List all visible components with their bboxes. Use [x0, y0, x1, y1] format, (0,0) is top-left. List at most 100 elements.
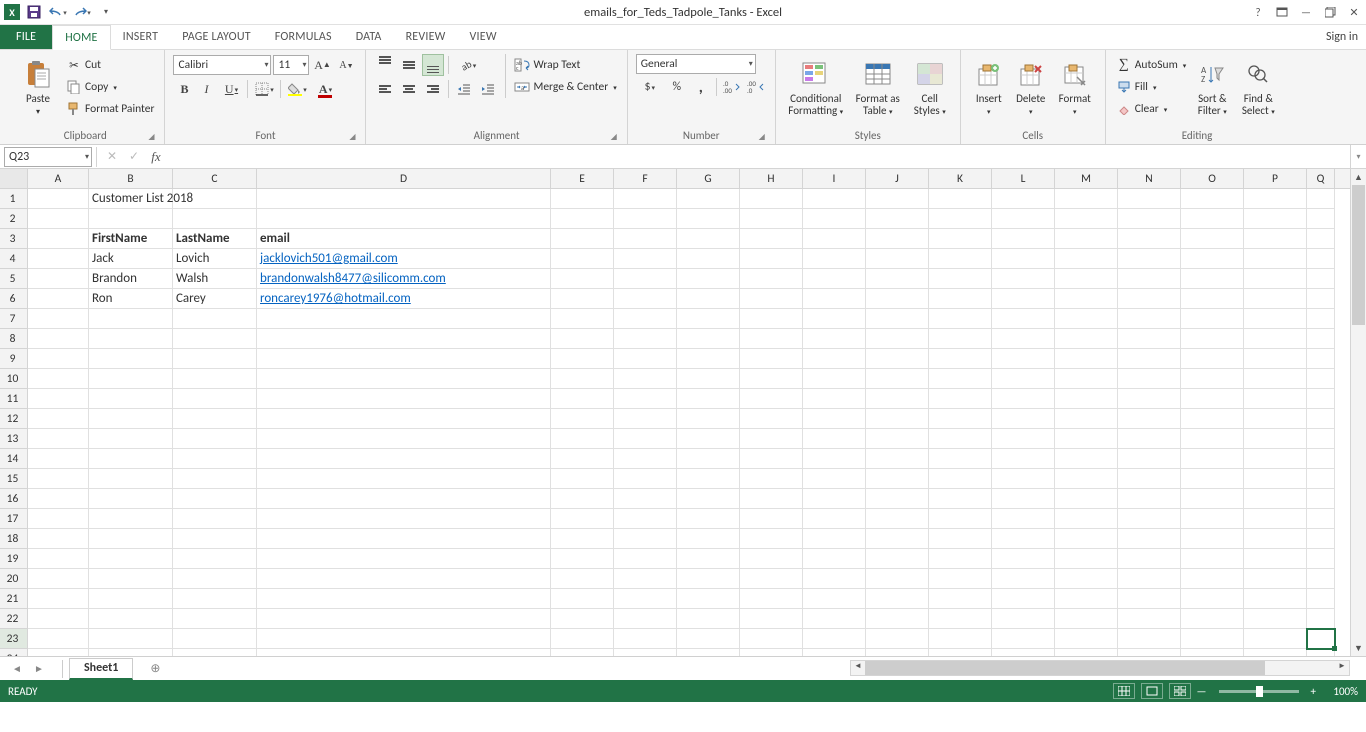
cell-H1[interactable] [740, 189, 803, 209]
cell-M12[interactable] [1055, 409, 1118, 429]
cell-M14[interactable] [1055, 449, 1118, 469]
cell-G15[interactable] [677, 469, 740, 489]
alignment-dialog-launcher[interactable]: ◢ [609, 132, 619, 142]
cell-E23[interactable] [551, 629, 614, 649]
cell-Q20[interactable] [1307, 569, 1335, 589]
cell-P22[interactable] [1244, 609, 1307, 629]
cell-I10[interactable] [803, 369, 866, 389]
align-right-button[interactable] [422, 78, 444, 100]
tab-review[interactable]: REVIEW [394, 25, 458, 49]
cell-A7[interactable] [28, 309, 89, 329]
tab-home[interactable]: HOME [52, 25, 110, 50]
cell-M7[interactable] [1055, 309, 1118, 329]
cell-K12[interactable] [929, 409, 992, 429]
cell-G13[interactable] [677, 429, 740, 449]
cell-I20[interactable] [803, 569, 866, 589]
cell-J6[interactable] [866, 289, 929, 309]
tab-formulas[interactable]: FORMULAS [263, 25, 344, 49]
cell-E1[interactable] [551, 189, 614, 209]
cell-I6[interactable] [803, 289, 866, 309]
cell-O11[interactable] [1181, 389, 1244, 409]
cell-F1[interactable] [614, 189, 677, 209]
cell-O24[interactable] [1181, 649, 1244, 656]
cell-O22[interactable] [1181, 609, 1244, 629]
cell-link-D6[interactable]: roncarey1976@hotmail.com [260, 291, 411, 306]
cell-J1[interactable] [866, 189, 929, 209]
cell-N15[interactable] [1118, 469, 1181, 489]
cell-L18[interactable] [992, 529, 1055, 549]
cell-H11[interactable] [740, 389, 803, 409]
merge-center-button[interactable]: aMerge & Center▾ [512, 76, 618, 98]
column-header-D[interactable]: D [257, 169, 551, 188]
cell-Q23[interactable] [1307, 629, 1335, 649]
cell-P23[interactable] [1244, 629, 1307, 649]
cell-E20[interactable] [551, 569, 614, 589]
cell-H23[interactable] [740, 629, 803, 649]
cell-G20[interactable] [677, 569, 740, 589]
cell-N19[interactable] [1118, 549, 1181, 569]
cell-N3[interactable] [1118, 229, 1181, 249]
cell-A1[interactable] [28, 189, 89, 209]
cell-H20[interactable] [740, 569, 803, 589]
cell-L4[interactable] [992, 249, 1055, 269]
cell-P6[interactable] [1244, 289, 1307, 309]
new-sheet-button[interactable]: ⊕ [143, 661, 167, 676]
cell-E22[interactable] [551, 609, 614, 629]
column-header-I[interactable]: I [803, 169, 866, 188]
cell-N4[interactable] [1118, 249, 1181, 269]
italic-button[interactable]: I [195, 78, 217, 100]
cell-Q7[interactable] [1307, 309, 1335, 329]
cell-P11[interactable] [1244, 389, 1307, 409]
cell-D19[interactable] [257, 549, 551, 569]
font-name-combo[interactable]: Calibri▾ [173, 55, 271, 75]
cell-B14[interactable] [89, 449, 173, 469]
cell-G3[interactable] [677, 229, 740, 249]
increase-indent-button[interactable] [477, 78, 499, 100]
cell-C21[interactable] [173, 589, 257, 609]
cell-F20[interactable] [614, 569, 677, 589]
cell-D8[interactable] [257, 329, 551, 349]
fill-color-button[interactable]: ▾ [283, 78, 311, 100]
cell-P18[interactable] [1244, 529, 1307, 549]
cell-P10[interactable] [1244, 369, 1307, 389]
column-header-P[interactable]: P [1244, 169, 1307, 188]
cell-B8[interactable] [89, 329, 173, 349]
cell-styles-button[interactable]: CellStyles ▾ [908, 54, 952, 122]
sheet-nav-next[interactable]: ► [30, 662, 48, 675]
cell-K1[interactable] [929, 189, 992, 209]
column-header-E[interactable]: E [551, 169, 614, 188]
tab-page-layout[interactable]: PAGE LAYOUT [170, 25, 263, 49]
cell-M11[interactable] [1055, 389, 1118, 409]
normal-view-button[interactable] [1113, 683, 1135, 699]
cell-Q16[interactable] [1307, 489, 1335, 509]
cell-E15[interactable] [551, 469, 614, 489]
cell-D24[interactable] [257, 649, 551, 656]
cell-N24[interactable] [1118, 649, 1181, 656]
cell-Q15[interactable] [1307, 469, 1335, 489]
cell-F16[interactable] [614, 489, 677, 509]
cell-K22[interactable] [929, 609, 992, 629]
cell-B4[interactable]: Jack [89, 249, 173, 269]
row-header-10[interactable]: 10 [0, 369, 27, 389]
cell-G16[interactable] [677, 489, 740, 509]
cell-I18[interactable] [803, 529, 866, 549]
cell-J23[interactable] [866, 629, 929, 649]
cell-N9[interactable] [1118, 349, 1181, 369]
cell-I12[interactable] [803, 409, 866, 429]
cell-Q8[interactable] [1307, 329, 1335, 349]
cell-N18[interactable] [1118, 529, 1181, 549]
cell-H15[interactable] [740, 469, 803, 489]
autosum-button[interactable]: ∑AutoSum▾ [1114, 54, 1189, 76]
cell-I16[interactable] [803, 489, 866, 509]
cell-M23[interactable] [1055, 629, 1118, 649]
cell-P2[interactable] [1244, 209, 1307, 229]
cell-A17[interactable] [28, 509, 89, 529]
cell-P17[interactable] [1244, 509, 1307, 529]
cell-Q3[interactable] [1307, 229, 1335, 249]
cell-G21[interactable] [677, 589, 740, 609]
cell-I4[interactable] [803, 249, 866, 269]
cell-I2[interactable] [803, 209, 866, 229]
cell-L13[interactable] [992, 429, 1055, 449]
cell-I21[interactable] [803, 589, 866, 609]
cell-O20[interactable] [1181, 569, 1244, 589]
